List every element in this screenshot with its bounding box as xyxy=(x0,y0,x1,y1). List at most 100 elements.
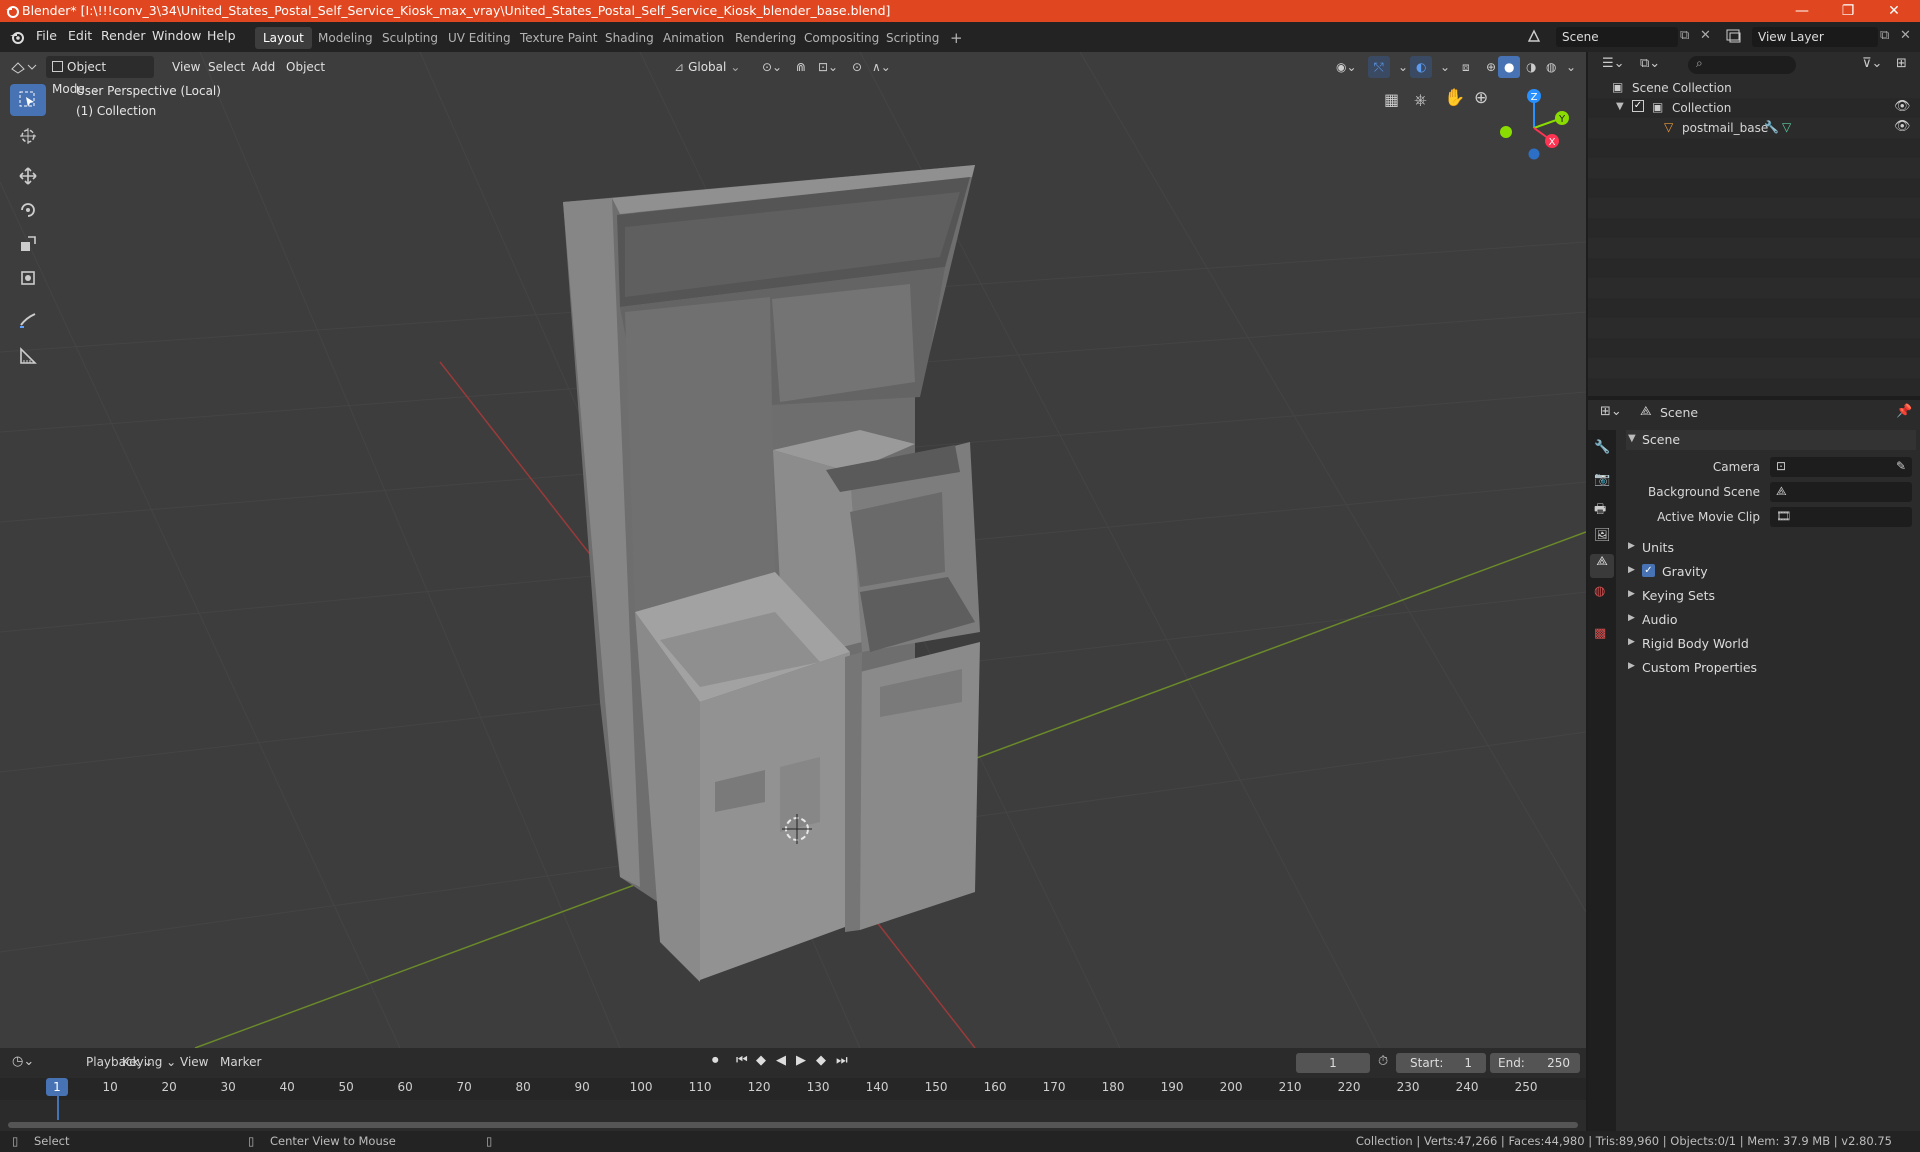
audio-panel-header[interactable]: ▶ Audio xyxy=(1626,610,1916,630)
tab-rendering[interactable]: Rendering xyxy=(727,27,804,49)
blender-menu-icon[interactable] xyxy=(9,29,25,45)
menu-edit[interactable]: Edit xyxy=(68,28,92,43)
object-mode-dropdown[interactable]: Object Mode ⌄ xyxy=(46,56,154,96)
outliner-row-postmail-base[interactable]: ▽ postmail_base 🔧 ▽ 👁 xyxy=(1588,118,1920,138)
tab-shading[interactable]: Shading xyxy=(597,27,662,49)
minimize-button[interactable]: — xyxy=(1780,0,1824,22)
eye-icon[interactable]: 👁 xyxy=(1894,99,1911,114)
tab-modeling[interactable]: Modeling xyxy=(310,27,381,49)
outliner-search-field[interactable]: ⌕ xyxy=(1688,56,1796,74)
mesh-data-icon[interactable]: ▽ xyxy=(1782,120,1791,134)
timeline-scrollbar[interactable] xyxy=(8,1122,1578,1128)
overlays-dropdown-icon[interactable]: ⌄ xyxy=(1434,56,1456,78)
display-mode-icon[interactable]: ⧉⌄ xyxy=(1640,56,1660,71)
scale-tool[interactable] xyxy=(10,228,46,260)
stopwatch-icon[interactable]: ⏱ xyxy=(1378,1054,1388,1069)
xray-toggle-icon[interactable]: ⧈ xyxy=(1456,56,1476,78)
camera-view-icon[interactable]: ⎈ xyxy=(1414,90,1427,110)
zoom-view-icon[interactable]: ⊕ xyxy=(1474,88,1488,108)
jump-end-button[interactable]: ⏭ xyxy=(836,1053,848,1068)
falloff-icon[interactable]: ∧⌄ xyxy=(866,56,897,78)
navigation-gizmo[interactable]: Z Y X xyxy=(1490,86,1570,166)
modifier-icon[interactable]: 🔧 xyxy=(1764,120,1779,134)
object-menu[interactable]: Object xyxy=(280,56,331,78)
tool-tab-icon[interactable]: 🔧 xyxy=(1594,440,1610,455)
scene-panel-header[interactable]: ▼ Scene xyxy=(1626,430,1916,450)
outliner-row-scene-collection[interactable]: ▣ Scene Collection xyxy=(1588,78,1920,98)
cursor-tool[interactable] xyxy=(10,120,46,152)
editor-type-icon[interactable] xyxy=(10,59,38,75)
scene-tab-icon[interactable]: ⟁ xyxy=(1590,554,1614,578)
custom-properties-panel-header[interactable]: ▶ Custom Properties xyxy=(1626,658,1916,678)
play-button[interactable]: ▶ xyxy=(796,1053,806,1068)
background-scene-field[interactable]: ⟁ xyxy=(1770,482,1912,502)
rigid-body-world-panel-header[interactable]: ▶ Rigid Body World xyxy=(1626,634,1916,654)
current-frame-field[interactable]: 1 xyxy=(1296,1053,1370,1073)
collection-checkbox[interactable]: ✓ xyxy=(1632,100,1644,112)
new-collection-icon[interactable]: ⊞ xyxy=(1896,56,1907,71)
select-menu[interactable]: Select xyxy=(202,56,251,78)
timeline-editor-type-icon[interactable]: ◷⌄ xyxy=(12,1054,34,1069)
gizmo-toggle-icon[interactable]: ⤲ xyxy=(1368,56,1390,78)
view-layer-remove-icon[interactable]: ✕ xyxy=(1900,28,1911,43)
measure-tool[interactable] xyxy=(10,340,46,372)
menu-window[interactable]: Window xyxy=(152,28,201,43)
view-layer-new-icon[interactable]: ⧉ xyxy=(1880,28,1889,43)
shading-dropdown-icon[interactable]: ⌄ xyxy=(1560,56,1582,78)
keying-menu[interactable]: Keying ⌄ xyxy=(122,1055,176,1069)
toggle-perspective-icon[interactable]: ▦ xyxy=(1384,90,1399,109)
texture-tab-icon[interactable]: ▩ xyxy=(1594,626,1606,641)
kiosk-model[interactable] xyxy=(563,165,980,982)
view-menu[interactable]: View xyxy=(166,56,206,78)
tab-compositing[interactable]: Compositing xyxy=(796,27,887,49)
menu-help[interactable]: Help xyxy=(207,28,236,43)
overlays-toggle-icon[interactable]: ◐ xyxy=(1410,56,1433,78)
end-frame-field[interactable]: End: 250 xyxy=(1490,1053,1580,1073)
expand-arrow-icon[interactable]: ▼ xyxy=(1616,101,1624,112)
tab-uv-editing[interactable]: UV Editing xyxy=(440,27,519,49)
camera-field[interactable]: ⊡ ✎ xyxy=(1770,457,1912,477)
pin-icon[interactable]: 📌 xyxy=(1896,404,1912,419)
maximize-button[interactable]: ❐ xyxy=(1826,0,1870,22)
shading-solid-icon[interactable]: ● xyxy=(1498,56,1521,78)
gravity-checkbox[interactable]: ✓ xyxy=(1642,564,1655,577)
properties-editor-type-icon[interactable]: ⊞⌄ xyxy=(1600,404,1622,419)
output-tab-icon[interactable]: 🖶 xyxy=(1594,500,1606,522)
timeline-view-menu[interactable]: View xyxy=(180,1055,208,1069)
close-button[interactable]: ✕ xyxy=(1872,0,1916,22)
keying-sets-panel-header[interactable]: ▶ Keying Sets xyxy=(1626,586,1916,606)
render-tab-icon[interactable]: 📷 xyxy=(1594,472,1610,487)
annotate-tool[interactable] xyxy=(10,304,46,336)
eyedropper-icon[interactable]: ✎ xyxy=(1896,459,1906,473)
transform-tool[interactable] xyxy=(10,262,46,294)
select-box-tool[interactable] xyxy=(10,84,46,116)
move-tool[interactable] xyxy=(10,160,46,192)
tab-animation[interactable]: Animation xyxy=(655,27,732,49)
pan-view-icon[interactable]: ✋ xyxy=(1444,88,1465,108)
scene-new-icon[interactable]: ⧉ xyxy=(1680,28,1689,43)
rotate-tool[interactable] xyxy=(10,194,46,226)
view-layer-selector[interactable]: View Layer xyxy=(1752,27,1878,47)
snap-target-icon[interactable]: ⊡⌄ xyxy=(812,56,844,78)
add-menu[interactable]: Add xyxy=(246,56,281,78)
3d-viewport[interactable] xyxy=(0,52,1586,1048)
pivot-point-icon[interactable]: ⊙⌄ xyxy=(756,56,788,78)
tab-scripting[interactable]: Scripting xyxy=(878,27,947,49)
tab-layout[interactable]: Layout xyxy=(255,27,312,49)
transform-orientation-dropdown[interactable]: ⊿ Global ⌄ xyxy=(668,56,746,78)
view-layer-tab-icon[interactable]: 🖼 xyxy=(1594,528,1611,543)
active-movie-clip-field[interactable]: 🎞 xyxy=(1770,507,1912,527)
world-tab-icon[interactable]: ◍ xyxy=(1594,584,1605,599)
tab-sculpting[interactable]: Sculpting xyxy=(374,27,446,49)
add-workspace-button[interactable]: + xyxy=(942,27,971,49)
gravity-panel-header[interactable]: ▶ ✓ Gravity xyxy=(1626,562,1916,582)
proportional-editing-icon[interactable]: ⊙ xyxy=(846,56,868,78)
jump-keyframe-back-button[interactable]: ◆ xyxy=(756,1053,766,1068)
outliner-editor-type-icon[interactable]: ☰⌄ xyxy=(1602,56,1625,71)
record-button[interactable]: ⏺ xyxy=(712,1053,719,1068)
scene-selector[interactable]: Scene xyxy=(1556,27,1678,47)
visibility-selectability-icon[interactable]: ◉⌄ xyxy=(1330,56,1363,78)
snap-icon[interactable]: ⋒ xyxy=(790,56,812,78)
menu-render[interactable]: Render xyxy=(101,28,146,43)
outliner-row-collection[interactable]: ▼ ✓ ▣ Collection 👁 xyxy=(1588,98,1920,118)
